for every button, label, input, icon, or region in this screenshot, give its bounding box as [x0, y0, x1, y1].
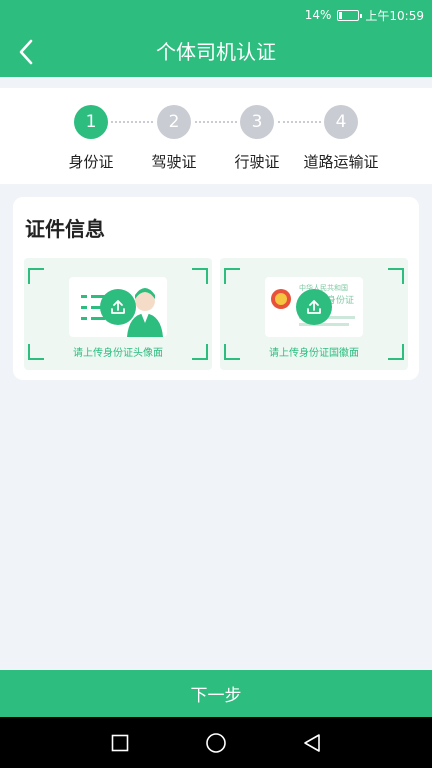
recent-apps-button[interactable]: [108, 731, 132, 755]
frame-corner: [224, 268, 240, 284]
upload-caption: 请上传身份证国徽面: [269, 348, 359, 359]
card-title: 证件信息: [25, 217, 105, 241]
upload-id-back[interactable]: 中华人民共和国 身份证 请上传身份证国徽面: [220, 258, 408, 370]
upload-id-front[interactable]: 请上传身份证头像面: [24, 258, 212, 370]
app-header: 14% 上午10:59 个体司机认证: [0, 0, 432, 77]
step-label: 身份证: [68, 153, 114, 171]
step-4: 4 道路运输证: [296, 105, 386, 172]
step-number: 2: [157, 105, 191, 139]
page-title: 个体司机认证: [156, 40, 276, 64]
step-label: 驾驶证: [151, 153, 197, 171]
back-nav-button[interactable]: [300, 731, 324, 755]
clock: 上午10:59: [365, 8, 424, 23]
upload-icon[interactable]: [296, 289, 332, 325]
status-bar: 14% 上午10:59: [305, 6, 424, 24]
id-card-illustration: [69, 277, 167, 337]
step-label: 行驶证: [234, 153, 280, 171]
battery-percent: 14%: [304, 8, 332, 22]
home-button[interactable]: [204, 731, 228, 755]
step-1: 1 身份证: [46, 105, 136, 172]
step-3: 3 行驶证: [212, 105, 302, 172]
frame-corner: [28, 268, 44, 284]
step-number: 3: [240, 105, 274, 139]
square-icon: [111, 734, 129, 752]
id-info-card: 证件信息 请上传身份证头像面 中华人民共和国 身份证 请上传身份证国徽面: [13, 197, 419, 380]
frame-corner: [388, 268, 404, 284]
step-number: 1: [74, 105, 108, 139]
upload-caption: 请上传身份证头像面: [73, 348, 163, 359]
step-indicator: 1 身份证 2 驾驶证 3 行驶证 4 道路运输证: [0, 88, 432, 184]
id-card-illustration: 中华人民共和国 身份证: [265, 277, 363, 337]
step-number: 4: [324, 105, 358, 139]
upload-icon[interactable]: [100, 289, 136, 325]
triangle-left-icon: [304, 734, 320, 752]
step-label: 道路运输证: [303, 153, 379, 171]
circle-icon: [206, 733, 226, 753]
frame-corner: [192, 268, 208, 284]
battery-icon: [337, 9, 363, 21]
system-nav-bar: [0, 717, 432, 768]
step-2: 2 驾驶证: [129, 105, 219, 172]
next-step-button[interactable]: 下一步: [0, 670, 432, 717]
